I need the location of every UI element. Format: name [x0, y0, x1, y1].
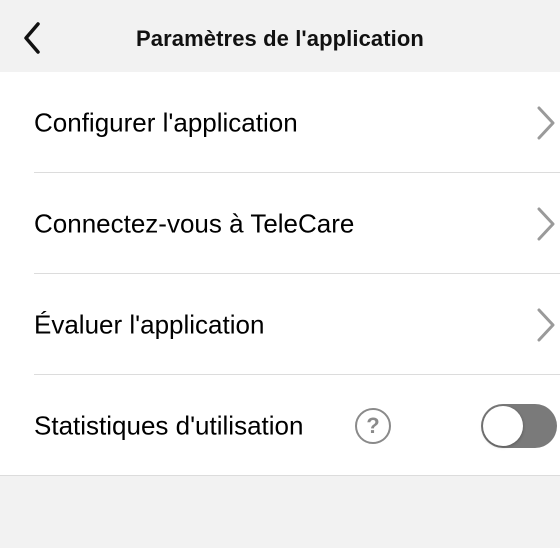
settings-row-label: Configurer l'application — [34, 107, 298, 137]
chevron-right-icon — [536, 105, 556, 141]
question-circle-icon[interactable]: ? — [355, 407, 391, 444]
settings-row-label: Statistiques d'utilisation — [34, 410, 304, 440]
settings-row-label: Évaluer l'application — [34, 309, 265, 339]
page-title: Paramètres de l'application — [136, 26, 424, 51]
settings-row-usage-stats: Statistiques d'utilisation ? — [0, 375, 560, 476]
nav-header: Paramètres de l'application — [0, 0, 560, 72]
settings-row-label: Connectez-vous à TeleCare — [34, 208, 355, 238]
toggle-knob — [483, 405, 523, 446]
settings-list: Configurer l'application Connectez-vous … — [0, 72, 560, 476]
settings-row-rate-app[interactable]: Évaluer l'application — [0, 274, 560, 375]
chevron-right-icon — [536, 307, 556, 343]
row-divider — [0, 475, 560, 476]
settings-row-connect-telecare[interactable]: Connectez-vous à TeleCare — [0, 173, 560, 274]
settings-row-configure-app[interactable]: Configurer l'application — [0, 72, 560, 173]
chevron-right-icon — [536, 206, 556, 242]
usage-stats-toggle[interactable] — [481, 403, 557, 448]
